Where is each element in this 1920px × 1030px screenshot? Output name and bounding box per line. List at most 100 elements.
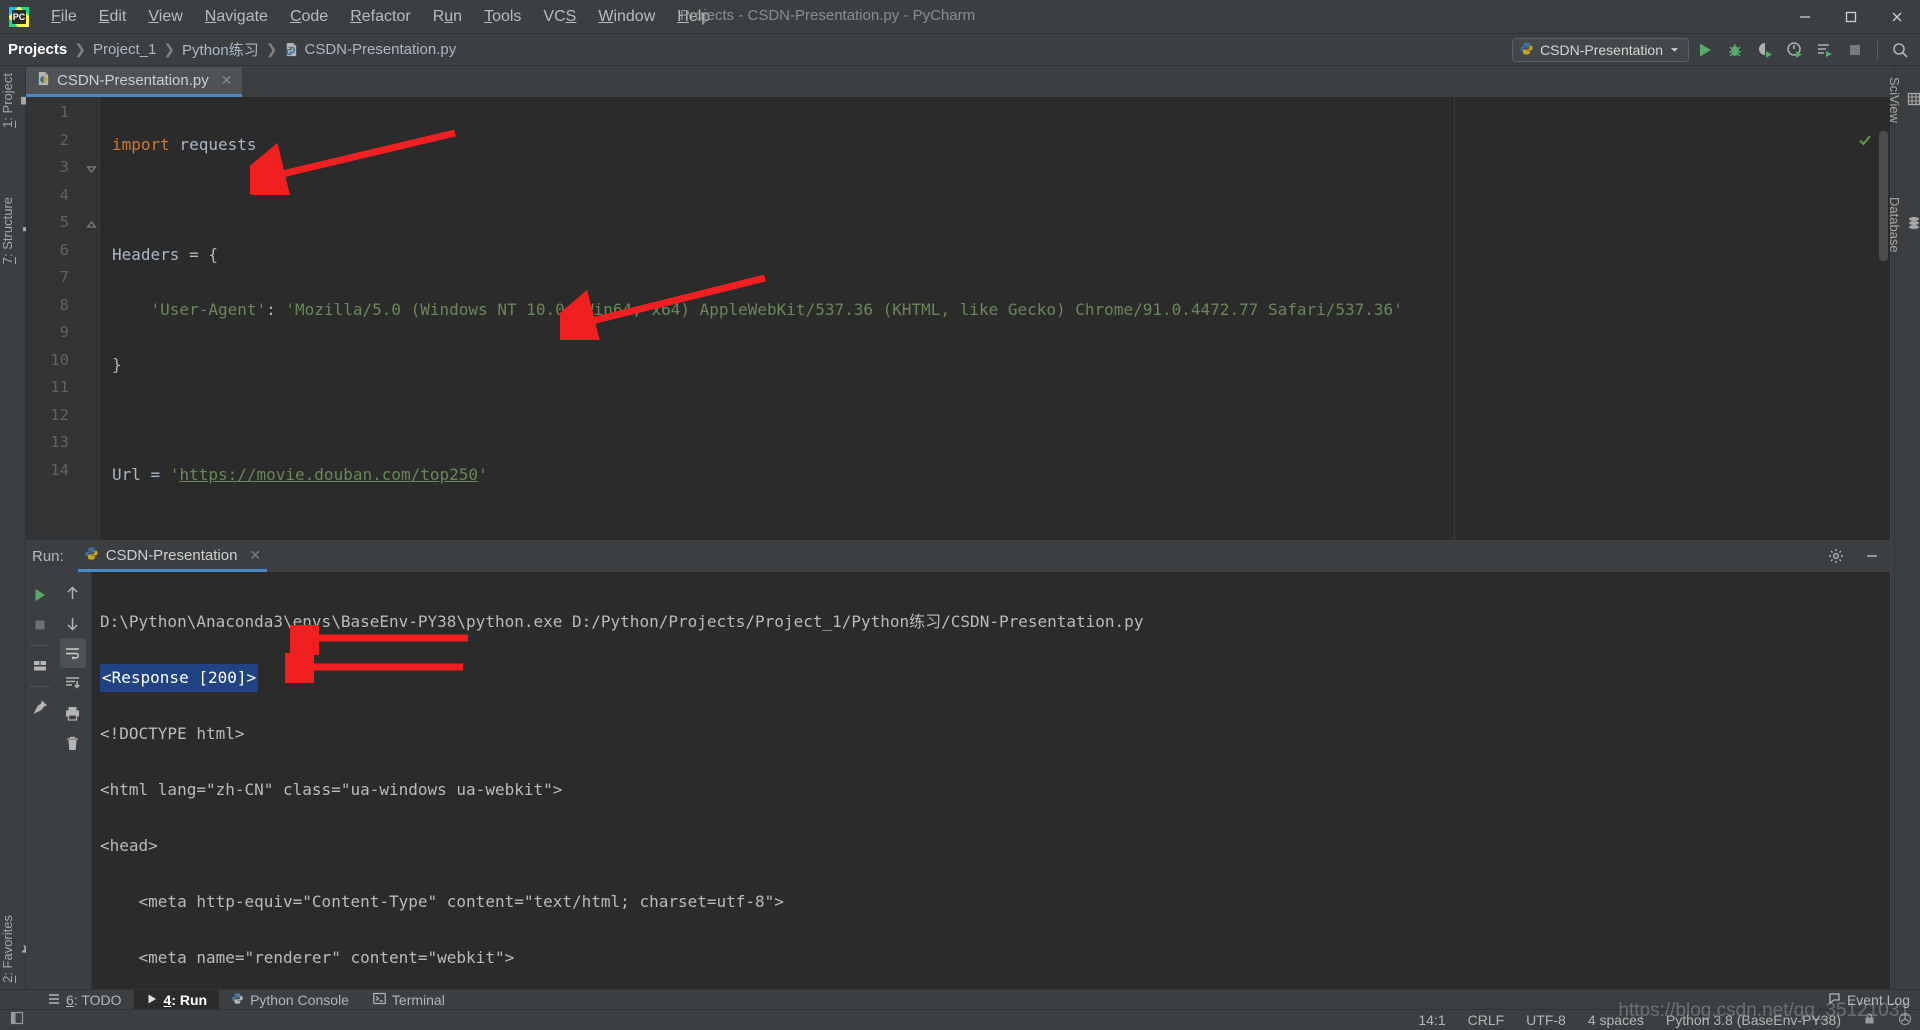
editor-scrollbar-thumb[interactable]	[1879, 131, 1888, 261]
run-with-coverage-button[interactable]	[1751, 37, 1779, 63]
close-button[interactable]	[1874, 0, 1920, 34]
up-stacktrace-button[interactable]	[60, 578, 86, 608]
pin-tab-button[interactable]	[27, 692, 53, 722]
lock-icon[interactable]	[1863, 1012, 1876, 1028]
status-line-separator[interactable]: CRLF	[1468, 1012, 1505, 1028]
breadcrumb-python-folder[interactable]: Python练习	[182, 39, 259, 60]
code-line-7: Url = 'https://movie.douban.com/top250'	[112, 464, 488, 484]
line-number: 2	[59, 130, 69, 149]
status-encoding[interactable]: UTF-8	[1526, 1012, 1566, 1028]
layout-button[interactable]	[27, 651, 53, 681]
window-title: Projects - CSDN-Presentation.py - PyChar…	[680, 7, 976, 24]
clear-all-button[interactable]	[60, 728, 86, 758]
sidebar-item-database[interactable]: Database	[1887, 197, 1920, 253]
settings-button[interactable]	[1822, 543, 1850, 569]
profile-button[interactable]	[1781, 37, 1809, 63]
breadcrumb-file-label: CSDN-Presentation.py	[304, 41, 457, 58]
menu-vcs[interactable]: VCS	[532, 4, 587, 30]
scroll-to-end-button[interactable]	[60, 668, 86, 698]
status-caret-position[interactable]: 14:1	[1418, 1012, 1445, 1028]
window-controls	[1782, 0, 1920, 34]
pycharm-logo-icon: PC	[8, 6, 30, 28]
run-button[interactable]	[1691, 37, 1719, 63]
breadcrumb-file[interactable]: CSDN-Presentation.py	[284, 41, 456, 58]
run-window-label: Run:	[32, 547, 64, 565]
print-button[interactable]	[60, 698, 86, 728]
minimize-button[interactable]	[1782, 0, 1828, 34]
toggle-sidebar-icon[interactable]	[10, 1011, 24, 1030]
bottom-tab-terminal[interactable]: Terminal	[361, 990, 457, 1010]
run-window-header: Run: CSDN-Presentation ✕	[26, 540, 1890, 572]
editor-tab-csdn-presentation[interactable]: CSDN-Presentation.py ✕	[26, 67, 243, 97]
search-everywhere-button[interactable]	[1886, 37, 1914, 63]
breadcrumb-projects[interactable]: Projects	[8, 41, 67, 58]
balloon-icon	[1828, 992, 1841, 1008]
menu-code[interactable]: Code	[279, 4, 339, 30]
menu-refactor[interactable]: Refactor	[339, 4, 421, 30]
debug-button[interactable]	[1721, 37, 1749, 63]
status-interpreter[interactable]: Python 3.8 (BaseEnv-PY38)	[1666, 1012, 1841, 1028]
inspection-ok-icon[interactable]	[1858, 133, 1872, 152]
stop-button[interactable]	[1841, 37, 1869, 63]
play-icon	[146, 992, 158, 1008]
soft-wrap-button[interactable]	[59, 638, 86, 668]
editor-gutter[interactable]: 1 2 3 4 5 6 7 8 9 10 11 12 13 14	[26, 97, 100, 540]
menu-bar: File Edit View Navigate Code Refactor Ru…	[40, 4, 721, 30]
memory-icon[interactable]	[1898, 1012, 1912, 1029]
chevron-down-icon	[1669, 42, 1680, 58]
down-stacktrace-button[interactable]	[60, 608, 86, 638]
console-output[interactable]: D:\Python\Anaconda3\envs\BaseEnv-PY38\py…	[92, 572, 1876, 989]
fold-open-icon[interactable]	[86, 162, 97, 173]
sidebar-item-sciview[interactable]: SciView	[1887, 77, 1920, 123]
fold-end-icon[interactable]	[86, 217, 97, 228]
run-window-header-buttons	[1822, 540, 1886, 572]
rerun-button[interactable]	[27, 580, 53, 610]
line-number: 1	[59, 103, 69, 121]
console-scrollbar[interactable]	[1876, 604, 1890, 989]
console-line: <!DOCTYPE html>	[100, 724, 245, 743]
sidebar-item-structure-label: 7: Structure	[0, 197, 15, 265]
run-configuration-selector[interactable]: CSDN-Presentation	[1512, 38, 1689, 62]
maximize-button[interactable]	[1828, 0, 1874, 34]
close-icon[interactable]: ✕	[249, 547, 261, 564]
menu-run[interactable]: Run	[422, 4, 473, 30]
bottom-tab-terminal-label: Terminal	[391, 991, 445, 1008]
bottom-tab-run[interactable]: 4: Run	[133, 989, 220, 1010]
run-with-console-button[interactable]	[1811, 37, 1839, 63]
line-number: 7	[59, 268, 69, 286]
sidebar-item-project-label: 1: Project	[0, 73, 15, 128]
menu-file[interactable]: File	[40, 4, 88, 30]
python-file-icon	[36, 71, 51, 90]
code-line-3: Headers = {	[112, 244, 218, 264]
sidebar-item-favorites[interactable]: 2: Favorites	[0, 915, 34, 983]
line-number: 6	[59, 240, 69, 259]
menu-edit[interactable]: Edit	[88, 4, 138, 30]
menu-navigate[interactable]: Navigate	[194, 4, 279, 30]
toolbar-divider	[1877, 41, 1878, 59]
hide-window-button[interactable]	[1858, 543, 1886, 569]
status-indent[interactable]: 4 spaces	[1588, 1012, 1644, 1028]
database-icon	[1907, 216, 1920, 233]
run-tab-csdn-presentation[interactable]: CSDN-Presentation ✕	[77, 542, 268, 572]
menu-tools[interactable]: Tools	[473, 4, 532, 30]
close-icon[interactable]: ✕	[221, 72, 233, 89]
code-text[interactable]: import requests Headers = { 'User-Agent'…	[100, 97, 1890, 540]
bottom-tab-todo[interactable]: 6: TODO	[36, 990, 134, 1010]
breadcrumb-project-1[interactable]: Project_1	[93, 41, 156, 58]
title-bar: PC File Edit View Navigate Code Refactor…	[0, 0, 1920, 34]
event-log-button[interactable]: Event Log	[1828, 992, 1910, 1008]
editor-scrollbar[interactable]	[1876, 127, 1890, 540]
console-line: <html lang="zh-CN" class="ua-windows ua-…	[100, 780, 563, 799]
menu-view[interactable]: View	[137, 4, 193, 30]
code-line-4: 'User-Agent': 'Mozilla/5.0 (Windows NT 1…	[150, 299, 1403, 319]
line-number: 5	[59, 213, 69, 231]
bottom-tab-python-console[interactable]: Python Console	[219, 990, 361, 1010]
sidebar-item-project[interactable]: 1: Project	[0, 73, 33, 128]
sidebar-item-structure[interactable]: 7: Structure	[0, 197, 33, 265]
code-editor[interactable]: 1 2 3 4 5 6 7 8 9 10 11 12 13 14 import …	[26, 97, 1890, 540]
todo-icon	[48, 992, 60, 1008]
left-tool-strip: 1: Project 7: Structure 2: Favorites	[0, 67, 34, 989]
stop-button[interactable]	[27, 610, 53, 640]
menu-window[interactable]: Window	[587, 4, 666, 30]
